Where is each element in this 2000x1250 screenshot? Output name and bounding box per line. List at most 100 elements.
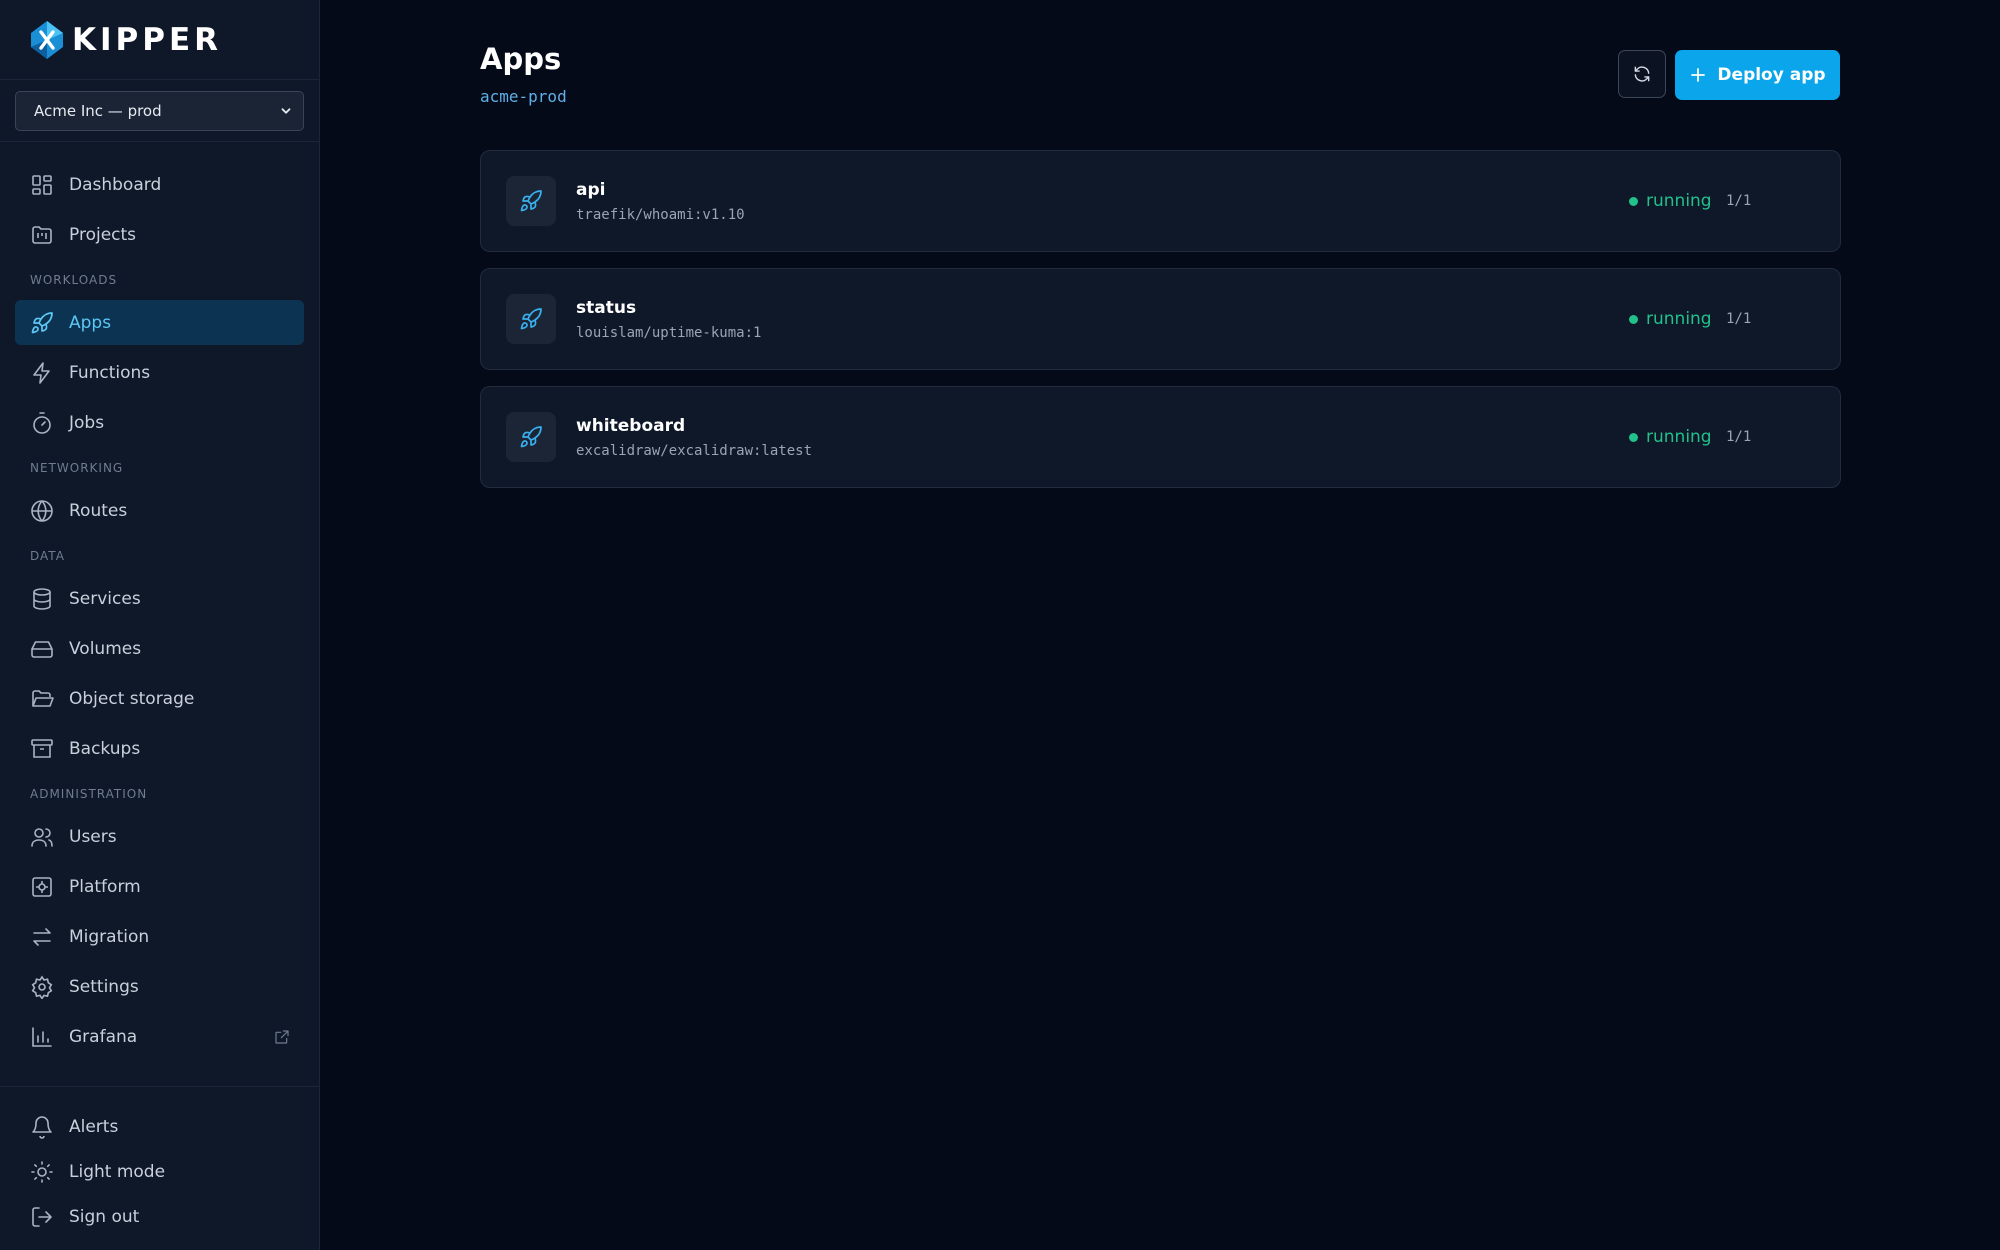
sidebar-item-label: Dashboard (69, 174, 162, 195)
external-link-icon (274, 1029, 290, 1045)
rocket-icon (520, 190, 542, 212)
status-text: running (1646, 309, 1712, 329)
database-icon (30, 587, 54, 611)
rocket-icon (520, 426, 542, 448)
nav-section-administration: ADMINISTRATION (30, 787, 148, 801)
sidebar: KIPPER Acme Inc — prod Dashboard Project… (0, 0, 320, 1250)
namespace-label: acme-prod (480, 87, 567, 106)
app-icon (506, 294, 556, 344)
status-text: running (1646, 427, 1712, 447)
app-icon (506, 176, 556, 226)
sidebar-item-alerts[interactable]: Alerts (15, 1107, 304, 1147)
folder-open-icon (30, 687, 54, 711)
rocket-icon (520, 308, 542, 330)
bell-icon (30, 1115, 54, 1139)
status-text: running (1646, 191, 1712, 211)
app-card-api[interactable]: api traefik/whoami:v1.10 running 1/1 (480, 150, 1841, 252)
brand-name: KIPPER (72, 21, 223, 58)
status-dot (1629, 196, 1638, 206)
lightning-icon (30, 361, 54, 385)
status-badge: running (1629, 427, 1712, 447)
sidebar-item-label: Alerts (69, 1117, 119, 1137)
nav-section-networking: NETWORKING (30, 461, 124, 475)
arrows-swap-icon (30, 925, 54, 949)
app-info: status louislam/uptime-kuma:1 (576, 298, 761, 341)
platform-icon (30, 875, 54, 899)
status-dot (1629, 314, 1638, 324)
bar-chart-icon (30, 1025, 54, 1049)
sidebar-item-label: Projects (69, 224, 137, 245)
sidebar-item-jobs[interactable]: Jobs (15, 400, 304, 445)
rocket-icon (30, 311, 54, 335)
nav-section-data: DATA (30, 549, 65, 563)
sidebar-item-label: Routes (69, 500, 128, 521)
kipper-logo-icon (31, 20, 63, 59)
nav-section-workloads: WORKLOADS (30, 273, 118, 287)
sidebar-item-users[interactable]: Users (15, 814, 304, 859)
sidebar-item-volumes[interactable]: Volumes (15, 626, 304, 671)
sign-out-icon (30, 1205, 54, 1229)
main-content: Apps acme-prod Deploy app api traefik/wh… (320, 0, 2000, 1250)
status-dot (1629, 432, 1638, 442)
sidebar-item-settings[interactable]: Settings (15, 964, 304, 1009)
timer-icon (30, 411, 54, 435)
sidebar-item-platform[interactable]: Platform (15, 864, 304, 909)
sidebar-item-services[interactable]: Services (15, 576, 304, 621)
refresh-button[interactable] (1618, 50, 1666, 98)
sidebar-item-label: Volumes (69, 638, 142, 659)
deploy-app-button[interactable]: Deploy app (1675, 50, 1840, 100)
sidebar-item-label: Settings (69, 976, 139, 997)
gear-icon (30, 975, 54, 999)
page-title: Apps (480, 42, 562, 76)
replica-count: 1/1 (1726, 193, 1752, 209)
app-image: traefik/whoami:v1.10 (576, 206, 745, 223)
sidebar-item-label: Services (69, 588, 141, 609)
users-icon (30, 825, 54, 849)
sidebar-item-apps[interactable]: Apps (15, 300, 304, 345)
chevron-down-icon (281, 108, 291, 114)
sidebar-item-label: Functions (69, 362, 151, 383)
sidebar-item-object-storage[interactable]: Object storage (15, 676, 304, 721)
sign-out-button[interactable]: Sign out (15, 1197, 304, 1237)
hard-drive-icon (30, 637, 54, 661)
app-image: excalidraw/excalidraw:latest (576, 442, 813, 459)
sun-icon (30, 1160, 54, 1184)
sidebar-item-grafana[interactable]: Grafana (15, 1014, 304, 1059)
sidebar-item-label: Platform (69, 876, 141, 897)
app-image: louislam/uptime-kuma:1 (576, 324, 762, 341)
dashboard-icon (30, 173, 54, 197)
sidebar-item-migration[interactable]: Migration (15, 914, 304, 959)
app-card-status[interactable]: status louislam/uptime-kuma:1 running 1/… (480, 268, 1841, 370)
app-info: api traefik/whoami:v1.10 (576, 180, 745, 223)
sidebar-item-backups[interactable]: Backups (15, 726, 304, 771)
app-name: whiteboard (576, 415, 686, 436)
sidebar-item-label: Jobs (69, 412, 105, 433)
theme-toggle-button[interactable]: Light mode (15, 1152, 304, 1192)
sidebar-item-dashboard[interactable]: Dashboard (15, 162, 304, 207)
sidebar-item-label: Backups (69, 738, 141, 759)
app-name: api (576, 179, 606, 200)
sidebar-item-label: Users (69, 826, 117, 847)
app-card-whiteboard[interactable]: whiteboard excalidraw/excalidraw:latest … (480, 386, 1841, 488)
status-badge: running (1629, 309, 1712, 329)
org-select-value: Acme Inc — prod (34, 102, 162, 120)
archive-icon (30, 737, 54, 761)
plus-icon (1691, 68, 1706, 82)
org-select[interactable]: Acme Inc — prod (15, 91, 304, 131)
sidebar-item-projects[interactable]: Projects (15, 212, 304, 257)
folder-kanban-icon (30, 223, 54, 247)
status-badge: running (1629, 191, 1712, 211)
sidebar-nav: Dashboard Projects WORKLOADS Apps Functi (0, 142, 319, 1250)
sidebar-item-functions[interactable]: Functions (15, 350, 304, 395)
sidebar-item-label: Grafana (69, 1026, 138, 1047)
app-list: api traefik/whoami:v1.10 running 1/1 sta… (480, 150, 1841, 504)
org-selector-wrap: Acme Inc — prod (0, 80, 319, 142)
replica-count: 1/1 (1726, 429, 1752, 445)
sidebar-item-label: Light mode (69, 1162, 166, 1182)
refresh-icon (1634, 66, 1650, 82)
sidebar-item-label: Migration (69, 926, 150, 947)
sidebar-bottom: Alerts Light mode Sign out (0, 1086, 319, 1250)
brand[interactable]: KIPPER (0, 0, 319, 80)
globe-icon (30, 499, 54, 523)
sidebar-item-routes[interactable]: Routes (15, 488, 304, 533)
